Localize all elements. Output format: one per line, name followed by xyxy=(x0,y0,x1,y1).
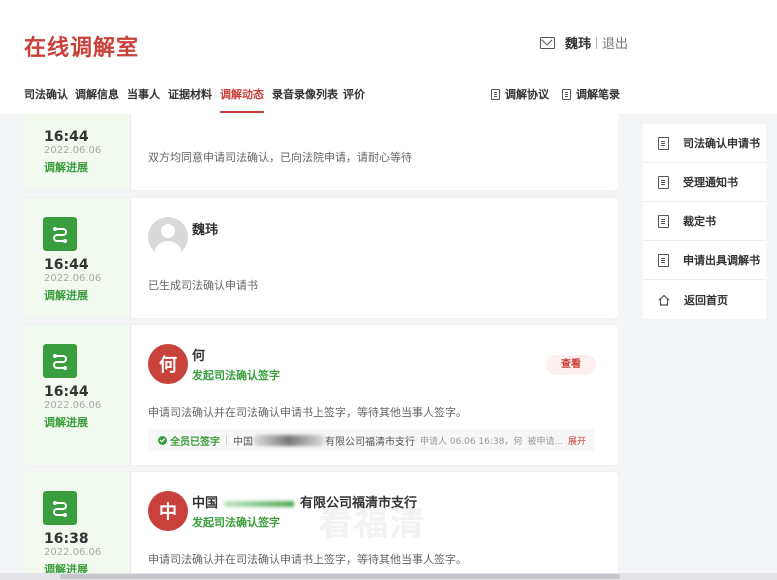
mediation-progress-icon xyxy=(43,217,77,251)
redacted-text xyxy=(224,500,295,507)
timeline-meta: 16:44 2022.06.06 调解进展 xyxy=(24,198,131,318)
scrollbar-thumb[interactable] xyxy=(60,574,620,579)
sidebar-item-request-mediation-doc[interactable]: 申请出具调解书 xyxy=(643,241,766,280)
event-date: 2022.06.06 xyxy=(44,273,102,284)
tab-bar: 司法确认 调解信息 当事人 证据材料 调解动态 录音录像列表 评价 调解协议 调… xyxy=(0,76,777,114)
user-name: 魏玮 xyxy=(192,223,219,238)
mail-icon[interactable] xyxy=(540,36,555,49)
tab-evidence[interactable]: 证据材料 xyxy=(168,86,212,102)
mediation-progress-icon xyxy=(43,491,77,525)
timeline-feed[interactable]: 16:44 2022.06.06 调解进展 双方均同意申请司法确认，已向法院申请… xyxy=(24,114,618,580)
home-icon xyxy=(658,294,670,306)
redacted-text xyxy=(253,434,325,446)
event-time: 16:44 xyxy=(44,129,89,145)
user-name: 何 xyxy=(192,349,206,364)
org-name-prefix: 中国 xyxy=(233,436,253,448)
tab-mediation-updates[interactable]: 调解动态 xyxy=(220,86,264,113)
document-icon xyxy=(658,214,669,228)
event-message: 已生成司法确认申请书 xyxy=(148,279,258,292)
timeline-body: 双方均同意申请司法确认，已向法院申请，请耐心等待 xyxy=(148,114,618,190)
tab-recordings[interactable]: 录音录像列表 xyxy=(272,86,338,102)
timeline-meta: 16:38 2022.06.06 调解进展 xyxy=(24,472,131,580)
tab-mediation-info[interactable]: 调解信息 xyxy=(75,86,119,102)
horizontal-scrollbar[interactable] xyxy=(0,573,777,580)
org-name-suffix: 有限公司福清市支行 xyxy=(325,436,415,448)
document-icon xyxy=(491,88,500,100)
event-type: 调解进展 xyxy=(44,289,88,302)
event-message: 双方均同意申请司法确认，已向法院申请，请耐心等待 xyxy=(148,151,412,164)
tab-evaluation[interactable]: 评价 xyxy=(343,86,365,102)
divider xyxy=(226,435,227,445)
view-button[interactable]: 查看 xyxy=(546,355,596,375)
timeline-card: 16:44 2022.06.06 调解进展 何 何 发起司法确认签字 查看 申请… xyxy=(24,325,618,465)
event-action: 发起司法确认签字 xyxy=(192,369,280,382)
document-sidebar: 司法确认申请书 受理通知书 裁定书 申请出具调解书 返回首页 xyxy=(643,124,766,319)
sidebar-item-judicial-application[interactable]: 司法确认申请书 xyxy=(643,124,766,163)
document-icon xyxy=(658,253,669,267)
user-area: 魏玮 退出 xyxy=(540,33,628,52)
expand-link[interactable]: 展开 xyxy=(568,434,586,447)
mediation-record-label: 调解笔录 xyxy=(576,88,620,101)
document-check-icon xyxy=(658,136,669,150)
event-time: 16:44 xyxy=(44,257,89,273)
sidebar-item-home[interactable]: 返回首页 xyxy=(643,280,766,319)
signed-status-label: 全员已签字 xyxy=(170,436,220,448)
logout-link[interactable]: 退出 xyxy=(602,33,628,52)
event-date: 2022.06.06 xyxy=(44,145,102,156)
sidebar-item-acceptance-notice[interactable]: 受理通知书 xyxy=(643,163,766,202)
signed-status: 全员已签字 xyxy=(158,433,220,448)
sidebar-item-label: 受理通知书 xyxy=(683,176,738,189)
timeline-body: 魏玮 已生成司法确认申请书 xyxy=(148,198,618,318)
timeline-card: 16:44 2022.06.06 调解进展 魏玮 已生成司法确认申请书 xyxy=(24,198,618,318)
timeline-card: 16:44 2022.06.06 调解进展 双方均同意申请司法确认，已向法院申请… xyxy=(24,114,618,190)
signature-status-bar: 全员已签字 中国 有限公司福清市支行 申请人 06.06 16:38，何 被申请… xyxy=(148,429,594,451)
sidebar-item-ruling[interactable]: 裁定书 xyxy=(643,202,766,241)
timeline-meta: 16:44 2022.06.06 调解进展 xyxy=(24,325,131,465)
user-name[interactable]: 魏玮 xyxy=(565,33,591,52)
mediation-progress-icon xyxy=(43,344,77,378)
mediation-record-link[interactable]: 调解笔录 xyxy=(562,86,620,102)
sidebar-item-label: 申请出具调解书 xyxy=(683,254,760,267)
event-date: 2022.06.06 xyxy=(44,547,102,558)
timeline-body: 何 何 发起司法确认签字 查看 申请司法确认并在司法确认申请书上签字，等待其他当… xyxy=(148,325,618,465)
timeline-meta: 16:44 2022.06.06 调解进展 xyxy=(24,114,131,190)
applicant-sign-info: 申请人 06.06 16:38，何 xyxy=(420,436,523,447)
tab-parties[interactable]: 当事人 xyxy=(127,86,160,102)
document-icon xyxy=(562,88,571,100)
mediation-agreement-label: 调解协议 xyxy=(505,88,549,101)
sidebar-item-label: 司法确认申请书 xyxy=(683,137,760,150)
document-icon xyxy=(658,175,669,189)
avatar: 中 xyxy=(148,491,188,531)
event-date: 2022.06.06 xyxy=(44,400,102,411)
event-type: 调解进展 xyxy=(44,161,88,174)
avatar xyxy=(148,217,188,257)
respondent-sign-info: 被申请... xyxy=(527,436,564,447)
mediation-agreement-link[interactable]: 调解协议 xyxy=(491,86,549,102)
event-time: 16:44 xyxy=(44,384,89,400)
event-time: 16:38 xyxy=(44,531,89,547)
user-name: 中国 有限公司福清市支行 xyxy=(192,492,417,511)
tab-judicial-confirm[interactable]: 司法确认 xyxy=(24,86,68,102)
event-message: 申请司法确认并在司法确认申请书上签字，等待其他当事人签字。 xyxy=(148,406,467,419)
check-circle-icon xyxy=(158,435,167,445)
timeline-card: 16:38 2022.06.06 调解进展 中 中国 有限公司福清市支行 发起司法… xyxy=(24,472,618,580)
divider xyxy=(596,36,598,49)
org-name-suffix: 有限公司福清市支行 xyxy=(300,496,418,511)
app-title: 在线调解室 xyxy=(24,36,140,61)
event-message: 申请司法确认并在司法确认申请书上签字，等待其他当事人签字。 xyxy=(148,553,467,566)
avatar: 何 xyxy=(148,344,188,384)
timeline-body: 中 中国 有限公司福清市支行 发起司法确认签字 申请司法确认并在司法确认申请书上签… xyxy=(148,472,618,580)
header: 在线调解室 魏玮 退出 xyxy=(0,0,777,76)
org-name-prefix: 中国 xyxy=(192,496,219,511)
sidebar-item-label: 裁定书 xyxy=(683,215,716,228)
sidebar-item-label: 返回首页 xyxy=(684,293,728,307)
event-action: 发起司法确认签字 xyxy=(192,516,280,529)
event-type: 调解进展 xyxy=(44,416,88,429)
